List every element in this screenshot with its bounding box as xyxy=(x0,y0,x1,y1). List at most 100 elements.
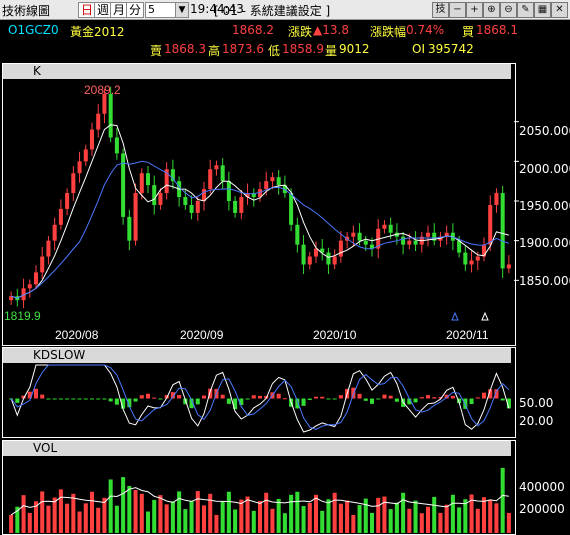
kd-histogram-bar xyxy=(469,398,474,405)
candle-body xyxy=(301,244,306,265)
candle-body xyxy=(463,252,468,265)
kd-histogram-bar xyxy=(226,398,231,404)
volume-bar xyxy=(351,514,356,533)
volume-bar xyxy=(102,497,107,533)
kd-histogram-bar xyxy=(450,395,455,399)
kd-histogram-bar xyxy=(369,398,375,404)
kd-histogram-bar xyxy=(351,387,356,399)
volume-bar xyxy=(9,514,14,533)
candle-body xyxy=(382,224,387,229)
volume-bar xyxy=(245,496,250,533)
candle-body xyxy=(183,197,188,205)
volume-bar xyxy=(89,491,95,533)
volume-bar xyxy=(450,494,455,533)
candle-body xyxy=(220,165,225,182)
candle-body xyxy=(108,93,113,138)
kd-histogram-bar xyxy=(102,398,107,400)
kd-histogram-bar xyxy=(158,398,163,400)
volume-bar xyxy=(500,467,505,533)
candle-body xyxy=(145,173,151,186)
kd-histogram-bar xyxy=(357,393,362,399)
volume-bar xyxy=(313,494,319,533)
marker-triangle-icon xyxy=(481,311,489,321)
candle-body xyxy=(65,193,70,209)
kd-histogram-bar xyxy=(394,398,399,402)
candle-body xyxy=(407,240,412,245)
volume-bar xyxy=(183,509,188,533)
candle-body xyxy=(71,173,76,194)
volume-bar xyxy=(251,510,256,533)
kd-histogram-bar xyxy=(133,398,138,402)
volume-bar xyxy=(71,493,76,533)
date-label: 2020/08 xyxy=(55,328,99,342)
kd-histogram-bar xyxy=(114,398,119,405)
candle-body xyxy=(307,256,312,265)
candle-body xyxy=(170,169,175,182)
kd-histogram-bar xyxy=(432,397,437,399)
candle-body xyxy=(357,232,362,241)
candle-body xyxy=(139,173,144,194)
candle-body xyxy=(46,240,51,257)
volume-bar xyxy=(332,492,337,533)
kd-histogram-bar xyxy=(419,397,424,399)
chart-canvas: 2089.2 1819.9 2020/08 2020/09 2020/10 2020/11 xyxy=(4,83,519,533)
kd-histogram-bar xyxy=(145,393,151,399)
candle-body xyxy=(33,272,39,285)
volume-bar xyxy=(201,505,207,533)
volume-bar xyxy=(170,501,175,533)
candle-body xyxy=(189,204,194,213)
kd-histogram-bar xyxy=(251,395,256,399)
kd-histogram-bar xyxy=(257,395,263,399)
candle-body xyxy=(233,201,238,213)
volume-bar xyxy=(270,508,275,533)
volume-bar xyxy=(457,507,462,533)
kd-histogram-bar xyxy=(96,398,101,400)
candle-body xyxy=(83,149,88,162)
volume-bar xyxy=(139,493,144,533)
candle-body xyxy=(313,248,319,257)
kd-histogram-bar xyxy=(500,398,505,401)
volume-bar xyxy=(83,503,88,533)
volume-bar xyxy=(189,500,194,533)
kd-histogram-bar xyxy=(388,395,393,399)
kd-histogram-bar xyxy=(33,388,39,399)
volume-bar xyxy=(233,509,238,533)
candle-body xyxy=(27,284,32,289)
volume-bar xyxy=(145,511,151,533)
volume-bar xyxy=(158,495,163,533)
candle-body xyxy=(425,232,431,237)
candle-body xyxy=(469,260,474,265)
volume-bar xyxy=(114,505,119,533)
volume-bar xyxy=(326,499,331,533)
volume-bar xyxy=(46,505,51,533)
candle-body xyxy=(351,232,356,237)
volume-bar xyxy=(419,513,424,533)
volume-bar xyxy=(21,495,26,533)
kd-histogram-bar xyxy=(307,398,312,400)
kd-histogram-bar xyxy=(475,397,480,399)
candle-body xyxy=(481,244,487,257)
kd-histogram-bar xyxy=(326,398,331,400)
volume-bar xyxy=(295,491,300,533)
kd-histogram-bar xyxy=(89,398,95,400)
candle-body xyxy=(89,129,95,150)
volume-bar xyxy=(320,510,325,533)
candle-body xyxy=(363,240,368,245)
volume-bar xyxy=(345,500,350,533)
candle-body xyxy=(152,185,157,205)
kd-histogram-bar xyxy=(15,398,20,403)
kd-histogram-bar xyxy=(108,398,113,402)
volume-bar xyxy=(133,490,138,533)
candle-body xyxy=(158,193,163,205)
volume-bar xyxy=(152,499,157,533)
candle-body xyxy=(226,181,231,201)
candle-body xyxy=(270,177,275,182)
kd-histogram-bar xyxy=(245,398,250,400)
min-price-label: 1819.9 xyxy=(4,309,41,323)
volume-bar xyxy=(282,513,287,533)
volume-bar xyxy=(425,506,431,533)
candle-body xyxy=(457,240,462,253)
volume-bar xyxy=(127,485,132,533)
volume-bar xyxy=(27,512,32,533)
volume-bar xyxy=(65,503,70,533)
